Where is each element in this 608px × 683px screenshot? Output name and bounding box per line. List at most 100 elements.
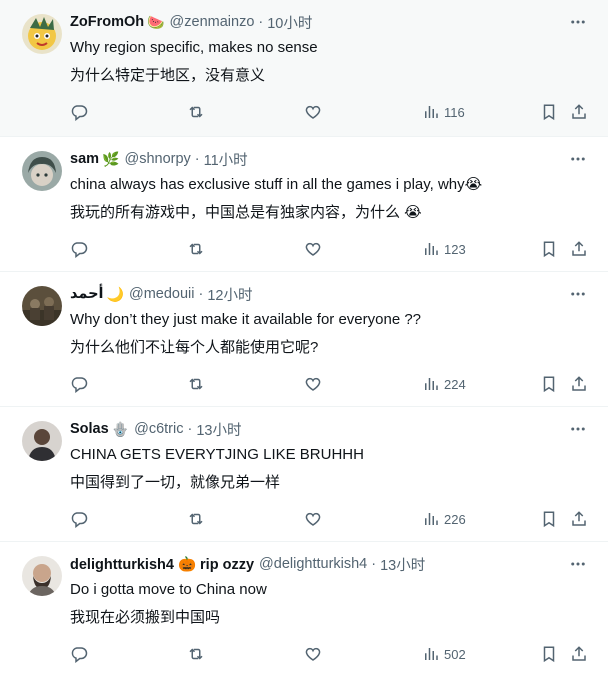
- post-time[interactable]: 13小时: [196, 419, 241, 440]
- like-button[interactable]: [304, 374, 322, 394]
- retweet-button[interactable]: [187, 509, 205, 529]
- views-button[interactable]: 224: [422, 374, 466, 394]
- post-translation: 为什么特定于地区，没有意义: [70, 67, 266, 84]
- reply-post[interactable]: sam 🌿 @shnorpy · 11小时 china always has e…: [0, 137, 608, 272]
- reply-button[interactable]: [70, 374, 88, 394]
- hamsa-emoji: 🪬: [111, 420, 130, 437]
- bookmark-icon: [543, 376, 555, 393]
- like-button[interactable]: [304, 644, 322, 664]
- post-time[interactable]: 12小时: [207, 284, 252, 305]
- reply-icon: [71, 105, 88, 121]
- views-icon: [425, 648, 438, 660]
- avatar[interactable]: [22, 151, 62, 191]
- post-translation: 中国得到了一切，就像兄弟一样: [70, 474, 281, 491]
- action-bar: 116: [70, 96, 592, 132]
- views-button[interactable]: 502: [422, 644, 466, 664]
- bookmark-icon: [543, 104, 555, 121]
- post-text: Why region specific, makes no sense: [70, 39, 318, 56]
- share-icon: [572, 376, 586, 391]
- share-icon: [572, 511, 586, 526]
- share-button[interactable]: [570, 509, 588, 529]
- avatar[interactable]: [22, 421, 62, 461]
- retweet-button[interactable]: [187, 102, 205, 122]
- user-handle[interactable]: @medouii: [129, 286, 195, 302]
- herb-emoji: 🌿: [102, 150, 120, 167]
- post-time[interactable]: 10小时: [267, 12, 312, 33]
- retweet-button[interactable]: [187, 239, 205, 259]
- post-header: delightturkish4 🎃 rip ozzy @delightturki…: [70, 554, 592, 574]
- separator-dot: ·: [198, 286, 204, 302]
- bookmark-button[interactable]: [540, 644, 558, 664]
- share-button[interactable]: [570, 239, 588, 259]
- like-button[interactable]: [304, 239, 322, 259]
- bookmark-button[interactable]: [540, 102, 558, 122]
- user-handle[interactable]: @zenmainzo: [170, 14, 255, 30]
- bookmark-button[interactable]: [540, 374, 558, 394]
- more-icon[interactable]: [568, 419, 588, 439]
- separator-dot: ·: [187, 421, 193, 437]
- separator-dot: ·: [371, 556, 377, 572]
- user-handle[interactable]: @c6tric: [134, 421, 183, 437]
- post-text: CHINA GETS EVERYTJING LIKE BRUHHH: [70, 446, 364, 463]
- avatar[interactable]: [22, 556, 62, 596]
- share-button[interactable]: [570, 374, 588, 394]
- retweet-icon: [189, 106, 203, 118]
- action-bar: 123: [70, 233, 592, 269]
- action-bar: 502: [70, 638, 592, 674]
- reply-button[interactable]: [70, 102, 88, 122]
- views-button[interactable]: 116: [422, 102, 465, 122]
- reply-post[interactable]: Solas 🪬 @c6tric · 13小时 CHINA GETS EVERYT…: [0, 407, 608, 542]
- post-time[interactable]: 13小时: [380, 554, 425, 575]
- post-translation: 我现在必须搬到中国吗: [70, 609, 221, 626]
- post-text: china always has exclusive stuff in all …: [70, 176, 483, 193]
- bookmark-icon: [543, 241, 555, 258]
- views-icon: [425, 378, 438, 390]
- like-button[interactable]: [304, 102, 322, 122]
- more-icon[interactable]: [568, 554, 588, 574]
- heart-icon: [305, 647, 321, 661]
- reply-icon: [71, 512, 88, 528]
- watermelon-emoji: 🍉: [147, 13, 165, 30]
- share-button[interactable]: [570, 102, 588, 122]
- more-icon[interactable]: [568, 284, 588, 304]
- reply-post[interactable]: أحمد 🌙 @medouii · 12小时 Why don’t they ju…: [0, 272, 608, 407]
- user-handle[interactable]: @shnorpy: [124, 151, 190, 167]
- bookmark-icon: [543, 646, 555, 663]
- avatar[interactable]: [22, 14, 62, 54]
- views-count: 226: [444, 511, 466, 527]
- post-time[interactable]: 11小时: [204, 149, 248, 170]
- more-icon[interactable]: [568, 149, 588, 169]
- avatar[interactable]: [22, 286, 62, 326]
- display-name[interactable]: أحمد: [70, 286, 104, 302]
- post-header: sam 🌿 @shnorpy · 11小时: [70, 149, 592, 169]
- views-count: 224: [444, 376, 466, 392]
- reply-button[interactable]: [70, 644, 88, 664]
- user-handle[interactable]: @delightturkish4: [259, 556, 367, 572]
- retweet-button[interactable]: [187, 644, 205, 664]
- reply-post[interactable]: delightturkish4 🎃 rip ozzy @delightturki…: [0, 542, 608, 683]
- reply-post[interactable]: ZoFromOh 🍉 @zenmainzo · 10小时 Why region …: [0, 0, 608, 137]
- reply-icon: [71, 647, 88, 663]
- post-header: ZoFromOh 🍉 @zenmainzo · 10小时: [70, 12, 592, 32]
- separator-dot: ·: [194, 151, 200, 167]
- moon-emoji: 🌙: [106, 285, 124, 302]
- views-button[interactable]: 123: [422, 239, 466, 259]
- display-name[interactable]: sam: [70, 151, 99, 167]
- like-button[interactable]: [304, 509, 322, 529]
- retweet-icon: [189, 648, 203, 660]
- more-icon[interactable]: [568, 12, 588, 32]
- reply-button[interactable]: [70, 239, 88, 259]
- retweet-button[interactable]: [187, 374, 205, 394]
- bookmark-button[interactable]: [540, 239, 558, 259]
- views-icon: [425, 106, 438, 118]
- views-count: 123: [444, 241, 466, 257]
- reply-button[interactable]: [70, 509, 88, 529]
- action-bar: 224: [70, 368, 592, 404]
- display-name[interactable]: ZoFromOh: [70, 14, 144, 30]
- share-button[interactable]: [570, 644, 588, 664]
- views-button[interactable]: 226: [422, 509, 466, 529]
- bookmark-button[interactable]: [540, 509, 558, 529]
- display-name[interactable]: Solas: [70, 421, 109, 437]
- share-icon: [572, 241, 586, 256]
- display-name[interactable]: delightturkish4 🎃 rip ozzy: [70, 556, 254, 573]
